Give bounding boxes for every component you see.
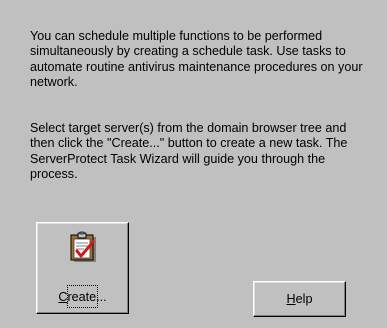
create-label-text: reate... <box>67 290 107 304</box>
create-button[interactable]: Create... <box>36 222 129 314</box>
intro-line: network. <box>30 74 78 89</box>
help-button[interactable]: Help <box>253 281 346 317</box>
instructions-line: process. <box>30 166 78 181</box>
intro-line: simultaneously by creating a schedule ta… <box>30 44 346 59</box>
instructions-text: Select target server(s) from the domain … <box>30 121 387 182</box>
instructions-line: then click the "Create..." button to cre… <box>30 136 348 151</box>
intro-text: You can schedule multiple functions to b… <box>30 29 387 90</box>
instructions-line: ServerProtect Task Wizard will guide you… <box>30 151 326 166</box>
help-label-text: elp <box>295 292 313 306</box>
help-button-label: Help <box>254 292 345 307</box>
task-clipboard-icon <box>70 231 96 262</box>
instructions-line: Select target server(s) from the domain … <box>30 121 347 135</box>
create-button-label: Create... <box>37 290 128 305</box>
help-accelerator-key: H <box>286 292 296 306</box>
intro-line: automate routine antivirus maintenance p… <box>30 59 363 74</box>
intro-line: You can schedule multiple functions to b… <box>30 29 323 43</box>
